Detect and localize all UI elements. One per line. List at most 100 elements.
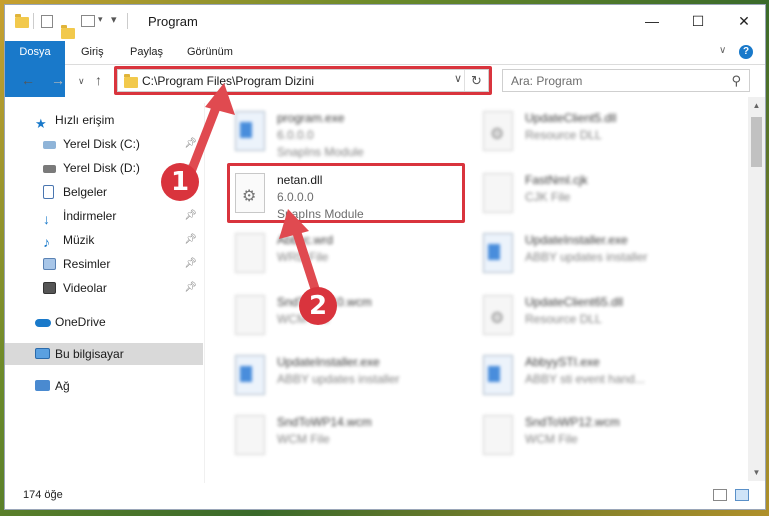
file-description: ABBY updates installer <box>525 250 648 264</box>
pin-icon[interactable]: 📌︎ <box>184 205 197 227</box>
sidebar-item-network[interactable]: Ağ <box>5 375 203 397</box>
search-input[interactable]: Ara: Program ⚲ <box>502 69 750 92</box>
sidebar-item-label: Yerel Disk (D:) <box>63 161 140 175</box>
exe-icon <box>235 355 265 395</box>
maximize-button[interactable]: ☐ <box>675 5 721 37</box>
vertical-scrollbar[interactable]: ▲ ▼ <box>748 97 765 481</box>
tab-home[interactable]: Giriş <box>71 41 114 64</box>
file-name: UpdateInstaller.exe <box>525 233 628 247</box>
sidebar-item-label: Videolar <box>63 281 107 295</box>
file-item[interactable]: SndToWP14.wcm WCM File <box>229 409 469 465</box>
back-button[interactable]: ← <box>21 72 35 88</box>
computer-icon <box>35 348 50 359</box>
details-view-icon[interactable] <box>713 489 727 501</box>
file-item[interactable]: UpdateInstaller.exe ABBY updates install… <box>229 349 469 405</box>
file-type: WRD File <box>277 250 329 264</box>
file-item[interactable]: FastNml.cjk CJK File <box>477 167 717 223</box>
sidebar-item-label: OneDrive <box>55 315 106 329</box>
gear-icon: ⚙ <box>490 310 505 327</box>
scroll-down-icon[interactable]: ▼ <box>748 468 765 477</box>
chevron-down-icon[interactable]: ▾ <box>98 14 103 25</box>
file-item[interactable]: ⚙ UpdateClient5.dll Resource DLL <box>477 105 717 161</box>
file-highlight-box <box>227 163 465 223</box>
file-description: ABBY sti event hand... <box>525 372 645 386</box>
tab-share[interactable]: Paylaş <box>120 41 173 64</box>
pin-icon[interactable]: 📌︎ <box>184 277 197 299</box>
file-description: ABBY updates installer <box>277 372 400 386</box>
scrollbar-thumb[interactable] <box>751 117 762 167</box>
file-name: UpdateInstaller.exe <box>277 355 380 369</box>
dll-icon: ⚙ <box>483 295 513 335</box>
help-icon[interactable]: ? <box>739 45 753 59</box>
sidebar-item-label: Yerel Disk (C:) <box>63 137 140 151</box>
up-button[interactable]: ↑ <box>95 72 102 88</box>
file-name: AbbyySTI.exe <box>525 355 600 369</box>
file-name: SndToWP12.wcm <box>525 415 620 429</box>
file-item[interactable]: program.exe 6.0.0.0 SnapIns Module <box>229 105 469 161</box>
file-item[interactable]: SndToWP10.wcm WCM File <box>229 289 469 345</box>
expand-ribbon-icon[interactable]: ∨ <box>719 45 726 56</box>
item-count: 174 öğe <box>23 489 63 501</box>
view-icon[interactable] <box>81 15 95 27</box>
sidebar-item-onedrive[interactable]: OneDrive <box>5 311 203 333</box>
file-icon <box>235 233 265 273</box>
properties-icon[interactable] <box>41 15 53 28</box>
ribbon-tabs: Dosya Giriş Paylaş Görünüm ∨ ? <box>5 41 765 97</box>
file-name: FastNml.cjk <box>525 173 588 187</box>
callout-badge-one: 1 <box>161 163 199 201</box>
videos-icon <box>43 282 56 294</box>
search-icon[interactable]: ⚲ <box>731 73 741 89</box>
file-type: WCM File <box>525 432 578 446</box>
minimize-button[interactable]: — <box>629 5 675 37</box>
search-placeholder: Ara: Program <box>511 74 583 88</box>
sidebar-item-videos[interactable]: Videolar 📌︎ <box>5 277 203 299</box>
file-item[interactable]: UpdateInstaller.exe ABBY updates install… <box>477 227 717 283</box>
recent-locations-icon[interactable]: ∨ <box>78 76 85 87</box>
pin-icon[interactable]: 📌︎ <box>184 253 197 275</box>
sidebar-item-label: Hızlı erişim <box>55 113 115 127</box>
file-item[interactable]: Abbyc.wrd WRD File <box>229 227 469 283</box>
new-folder-icon[interactable] <box>61 25 75 39</box>
disk-icon <box>43 165 56 173</box>
file-item[interactable]: SndToWP12.wcm WCM File <box>477 409 717 465</box>
file-version: 6.0.0.0 <box>277 128 314 142</box>
file-type: Resource DLL <box>525 312 602 326</box>
divider <box>127 13 128 29</box>
network-icon <box>35 380 50 391</box>
close-button[interactable]: ✕ <box>721 5 765 37</box>
customize-icon[interactable]: ▾ <box>111 13 117 26</box>
pin-icon[interactable]: 📌︎ <box>184 229 197 251</box>
star-icon: ★ <box>35 116 47 131</box>
file-name: SndToWP14.wcm <box>277 415 372 429</box>
file-item[interactable]: ⚙ UpdateClient65.dll Resource DLL <box>477 289 717 345</box>
pin-icon[interactable]: 📌︎ <box>184 133 197 155</box>
callout-badge-two: 2 <box>299 287 337 325</box>
file-name: Abbyc.wrd <box>277 233 334 247</box>
sidebar-item-disk-c[interactable]: Yerel Disk (C:) 📌︎ <box>5 133 203 155</box>
window-title: Program <box>148 14 198 29</box>
sidebar-item-this-pc[interactable]: Bu bilgisayar <box>5 343 203 365</box>
tab-view[interactable]: Görünüm <box>177 41 243 64</box>
folder-icon <box>15 14 29 28</box>
status-bar: 174 öğe <box>5 483 765 509</box>
sidebar-item-pictures[interactable]: Resimler 📌︎ <box>5 253 203 275</box>
file-name: program.exe <box>277 111 345 125</box>
scroll-up-icon[interactable]: ▲ <box>748 101 765 110</box>
large-icons-view-icon[interactable] <box>735 489 749 501</box>
dll-icon: ⚙ <box>483 111 513 151</box>
file-item[interactable]: AbbyySTI.exe ABBY sti event hand... <box>477 349 717 405</box>
navigation-bar: ← → ∨ ↑ C:\Program Files\Program Dizini … <box>5 66 765 96</box>
music-icon: ♪ <box>43 234 50 250</box>
file-icon <box>483 415 513 455</box>
sidebar-item-quick-access[interactable]: ★ Hızlı erişim <box>5 109 203 131</box>
file-icon <box>483 173 513 213</box>
forward-button[interactable]: → <box>51 72 65 88</box>
sidebar-item-music[interactable]: ♪ Müzik 📌︎ <box>5 229 203 251</box>
file-type: WCM File <box>277 432 330 446</box>
disk-icon <box>43 141 56 149</box>
exe-icon <box>235 111 265 151</box>
sidebar-item-downloads[interactable]: ↓ İndirmeler 📌︎ <box>5 205 203 227</box>
navigation-pane: ★ Hızlı erişim Yerel Disk (C:) 📌︎ Yerel … <box>5 103 203 481</box>
downloads-icon: ↓ <box>43 211 50 227</box>
address-highlight-box <box>114 66 492 95</box>
